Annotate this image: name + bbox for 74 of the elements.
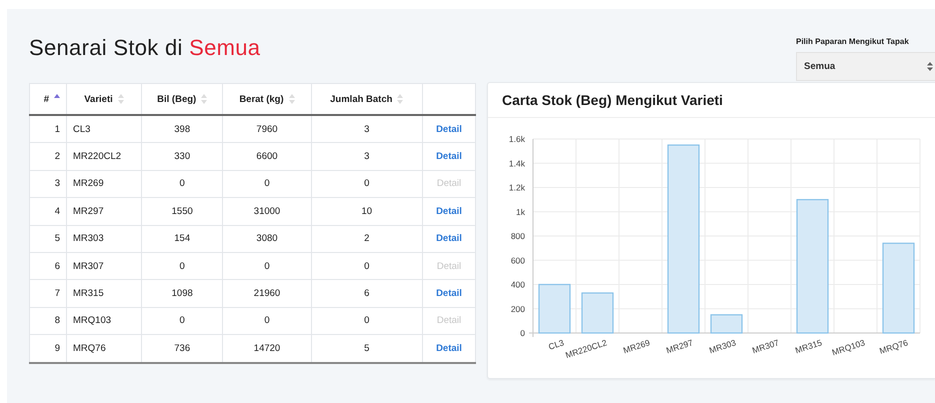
y-tick-label: 0	[520, 328, 525, 338]
y-tick-label: 1.2k	[508, 182, 525, 192]
table-cell: MRQ103	[66, 307, 142, 335]
table-cell: MR297	[66, 198, 142, 226]
y-tick-label: 1k	[516, 206, 525, 217]
table-cell: 0	[142, 170, 223, 198]
table-cell: 0	[222, 307, 312, 335]
table-cell: 10	[311, 198, 422, 226]
bar	[581, 292, 614, 334]
table-cell: 21960	[222, 280, 312, 308]
y-tick-label: 1.4k	[508, 158, 525, 168]
column-header[interactable]: Bil (Beg)	[142, 84, 223, 115]
x-tick-label: CL3	[547, 337, 566, 352]
column-header[interactable]: #	[30, 84, 66, 115]
table-cell: 1098	[142, 280, 223, 308]
bar	[710, 314, 743, 334]
table-cell: 0	[311, 252, 422, 280]
table-cell: MR315	[66, 280, 142, 308]
table-cell: 31000	[222, 198, 312, 226]
y-tick-label: 1.6k	[508, 134, 525, 144]
x-tick-label: MR303	[708, 337, 738, 356]
table-cell: 7	[30, 280, 66, 308]
table-cell: 3	[311, 142, 422, 170]
table-cell: 0	[142, 252, 223, 280]
table-cell: 0	[142, 307, 223, 335]
table-cell: MR307	[66, 252, 142, 280]
table-cell: 8	[30, 307, 66, 335]
x-tick-label: MR297	[664, 337, 694, 356]
x-tick-label: MR269	[622, 337, 652, 356]
table-cell: 5	[30, 225, 66, 252]
table-cell: 3080	[222, 225, 312, 252]
table-cell: CL3	[66, 115, 142, 143]
table-cell: 0	[311, 170, 422, 198]
table-cell: 7960	[222, 115, 312, 143]
x-tick-label: MR307	[750, 337, 780, 356]
table-cell: 3	[30, 170, 66, 198]
column-header[interactable]: Berat (kg)	[222, 84, 312, 115]
table-cell: 9	[30, 334, 66, 363]
page-title: Senarai Stok di Semua	[29, 35, 260, 61]
table-cell: 2	[311, 225, 422, 252]
table-cell: 1	[30, 115, 66, 143]
table-cell: 0	[222, 170, 312, 198]
table-cell: 4	[30, 198, 66, 226]
column-header[interactable]: Varieti	[66, 84, 142, 115]
x-tick-label: MR315	[794, 337, 824, 356]
site-select[interactable]: Semua	[796, 52, 935, 81]
y-tick-label: 200	[510, 304, 525, 314]
filter-label: Pilih Paparan Mengikut Tapak	[796, 37, 910, 46]
table-cell: 2	[30, 142, 66, 170]
detail-link: Detail	[436, 260, 462, 272]
detail-link: Detail	[436, 178, 462, 190]
table-cell: MR269	[66, 170, 142, 198]
y-tick-label: 600	[510, 255, 525, 266]
detail-link: Detail	[436, 315, 462, 326]
table-cell: MR303	[66, 225, 142, 252]
detail-link[interactable]: Detail	[436, 342, 462, 354]
table-cell: 398	[142, 115, 223, 143]
bar	[538, 284, 571, 334]
table-cell: 330	[142, 142, 223, 170]
table-cell: MR220CL2	[66, 142, 142, 170]
select-arrows-icon	[927, 62, 933, 71]
chart-title: Carta Stok (Beg) Mengikut Varieti	[502, 92, 723, 108]
table-cell: 6600	[222, 142, 312, 170]
table-cell: 0	[311, 307, 422, 335]
table-cell: 1550	[142, 198, 223, 226]
y-tick-label: 800	[510, 231, 525, 241]
table-cell: 6	[311, 280, 422, 308]
column-header[interactable]: Jumlah Batch	[311, 84, 422, 115]
table-cell: 154	[142, 225, 223, 252]
y-tick-label: 400	[510, 280, 525, 290]
table-cell: 6	[30, 252, 66, 280]
table-cell: 3	[311, 115, 422, 143]
x-tick-label: MRQ76	[878, 337, 910, 356]
table-cell: 0	[222, 252, 312, 280]
